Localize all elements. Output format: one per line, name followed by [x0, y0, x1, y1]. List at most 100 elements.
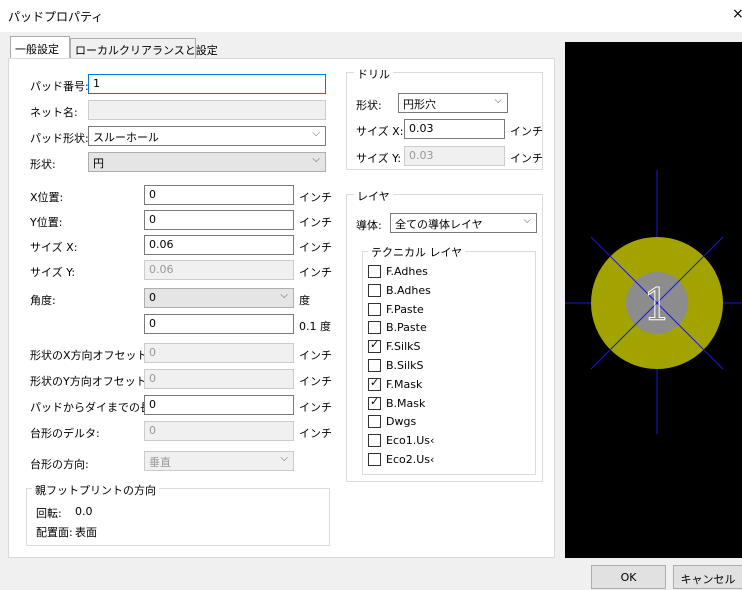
conductor-value: 全ての導体レイヤ — [395, 218, 483, 231]
tab-general[interactable]: 一般設定 — [10, 36, 70, 58]
x-pos-label: X位置: — [30, 191, 64, 204]
chevron-down-icon: ⌵ — [280, 290, 288, 301]
angle-input[interactable]: 0 — [144, 314, 294, 334]
layer-checkbox-row[interactable]: Dwgs — [368, 414, 528, 430]
angle-label: 角度: — [30, 294, 56, 307]
layer-checkbox[interactable] — [368, 321, 381, 335]
layer-checkbox[interactable] — [368, 359, 381, 372]
layer-checkbox[interactable] — [368, 415, 381, 429]
drill-size-y-input[interactable]: 0.03 — [404, 146, 505, 166]
die-length-input[interactable]: 0 — [144, 395, 294, 415]
layer-checkbox-row[interactable]: B.Adhes — [368, 283, 528, 299]
y-pos-label: Y位置: — [30, 216, 63, 229]
pad-number-input[interactable]: 1 — [88, 74, 326, 94]
layer-checkbox-row[interactable]: B.Paste — [368, 320, 528, 336]
chevron-down-icon: ⌵ — [280, 453, 288, 464]
angle-select[interactable]: 0 ⌵ — [144, 288, 294, 308]
layer-label: F.SilkS — [386, 340, 421, 354]
layer-label: Dwgs — [386, 415, 417, 429]
trapezoid-dir-value: 垂直 — [149, 456, 171, 469]
shape-y-offset-unit: インチ — [299, 375, 332, 388]
check-icon: ✓ — [370, 375, 380, 389]
trapezoid-dir-select[interactable]: 垂直 ⌵ — [144, 451, 294, 471]
side-label: 配置面: — [36, 526, 73, 539]
technical-layers-title: テクニカル レイヤ — [368, 244, 466, 260]
layer-checkbox[interactable] — [368, 453, 381, 466]
x-pos-input[interactable]: 0 — [144, 185, 294, 205]
layer-checkbox[interactable]: ✓ — [368, 394, 381, 410]
layer-checkbox[interactable] — [368, 265, 381, 278]
drill-title: ドリル — [354, 66, 393, 82]
shape-y-offset-label: 形状のY方向オフセット: — [30, 375, 151, 388]
pad-number-text: 1 — [643, 280, 671, 331]
layer-label: F.Paste — [386, 302, 424, 316]
pad-number-label: パッド番号: — [30, 80, 89, 93]
ok-button[interactable]: OK — [591, 565, 666, 589]
net-name-label: ネット名: — [30, 106, 78, 119]
size-x-input[interactable]: 0.06 — [144, 235, 294, 255]
layer-checkbox-row[interactable]: ✓ F.SilkS — [368, 338, 528, 355]
layer-label: Eco1.Us‹ — [386, 434, 435, 448]
layer-label: F.Adhes — [386, 265, 428, 278]
shape-x-offset-input[interactable]: 0 — [144, 343, 294, 363]
layer-checkbox[interactable]: ✓ — [368, 338, 381, 354]
rotation-value: 0.0 — [75, 505, 93, 518]
size-x-label: サイズ X: — [30, 241, 78, 254]
angle-combo-value: 0 — [149, 291, 156, 304]
layers-title: レイヤ — [354, 188, 393, 204]
drill-size-y-unit: インチ — [510, 152, 543, 165]
y-pos-input[interactable]: 0 — [144, 210, 294, 230]
layer-checkbox[interactable] — [368, 434, 381, 448]
layer-checkbox-row[interactable]: ✓ F.Mask — [368, 375, 528, 393]
drill-shape-label: 形状: — [356, 99, 382, 112]
drill-shape-value: 円形穴 — [403, 98, 436, 111]
layer-checkbox-row[interactable]: B.SilkS — [368, 358, 528, 374]
side-value: 表面 — [75, 526, 97, 539]
pad-type-select[interactable]: スルーホール ⌵ — [88, 126, 326, 146]
shape-value: 円 — [93, 157, 104, 170]
parent-orientation-title: 親フットプリントの方向 — [32, 482, 159, 498]
chevron-down-icon: ⌵ — [312, 128, 320, 139]
chevron-down-icon: ⌵ — [312, 154, 320, 165]
rotation-label: 回転: — [36, 507, 62, 520]
layer-checkbox[interactable]: ✓ — [368, 375, 381, 391]
drill-size-x-unit: インチ — [510, 125, 543, 138]
tab-local-clearance[interactable]: ローカルクリアランスと設定 — [70, 38, 218, 58]
check-icon: ✓ — [370, 338, 380, 352]
pad-preview-canvas: 1 — [565, 170, 742, 434]
shape-x-offset-label: 形状のX方向オフセット: — [30, 349, 152, 362]
layer-checkbox-row[interactable]: ✓ B.Mask — [368, 394, 528, 412]
chevron-down-icon: ⌵ — [494, 95, 502, 106]
layer-label: Eco2.Us‹ — [386, 453, 435, 466]
close-icon[interactable]: × — [732, 6, 742, 22]
layer-checkbox[interactable] — [368, 283, 381, 297]
conductor-label: 導体: — [356, 219, 382, 232]
layer-checkbox-row[interactable]: F.Adhes — [368, 264, 528, 280]
check-icon: ✓ — [370, 394, 380, 408]
layer-label: B.Adhes — [386, 283, 431, 297]
window-title: パッドプロパティ — [8, 10, 104, 24]
trapezoid-dir-label: 台形の方向: — [30, 458, 89, 471]
layer-label: F.Mask — [386, 377, 423, 391]
trapezoid-delta-input[interactable]: 0 — [144, 421, 294, 441]
layer-checkbox-row[interactable]: Eco1.Us‹ — [368, 433, 528, 449]
shape-x-offset-unit: インチ — [299, 349, 332, 362]
net-name-input[interactable] — [88, 100, 326, 120]
layer-label: B.SilkS — [386, 359, 424, 372]
pad-type-label: パッド形状: — [30, 132, 89, 145]
size-x-unit: インチ — [299, 241, 332, 254]
conductor-select[interactable]: 全ての導体レイヤ ⌵ — [390, 213, 537, 233]
technical-layers-list: F.Adhes B.Adhes F.Paste B.Paste ✓ F.SilkS B.Si… — [368, 264, 528, 474]
shape-y-offset-input[interactable]: 0 — [144, 369, 294, 389]
shape-select[interactable]: 円 ⌵ — [88, 152, 326, 172]
layer-checkbox[interactable] — [368, 302, 381, 316]
drill-size-x-input[interactable]: 0.03 — [404, 119, 505, 139]
size-y-input[interactable]: 0.06 — [144, 260, 294, 280]
layer-checkbox-row[interactable]: F.Paste — [368, 302, 528, 318]
cancel-button[interactable]: キャンセル — [673, 565, 742, 589]
angle-field-unit: 0.1 度 — [299, 320, 331, 333]
size-y-label: サイズ Y: — [30, 266, 76, 279]
drill-shape-select[interactable]: 円形穴 ⌵ — [398, 93, 508, 113]
layer-checkbox-row[interactable]: Eco2.Us‹ — [368, 452, 528, 468]
size-y-unit: インチ — [299, 266, 332, 279]
